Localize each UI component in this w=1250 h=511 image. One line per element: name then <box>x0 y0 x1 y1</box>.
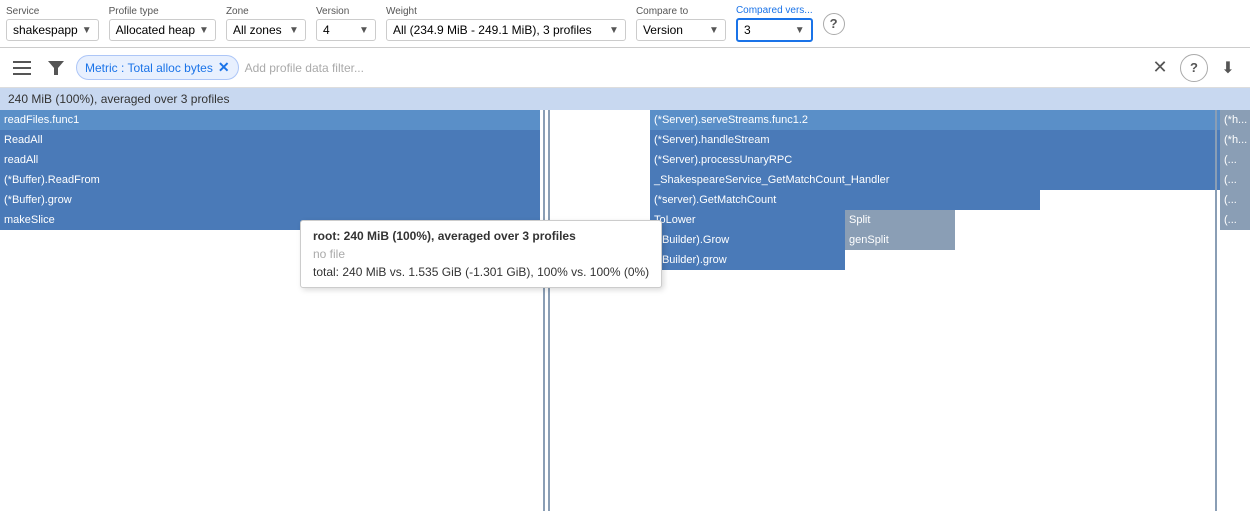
flame-block-far-right[interactable]: (... <box>1220 170 1250 190</box>
weight-arrow-icon: ▼ <box>609 25 619 36</box>
summary-text: 240 MiB (100%), averaged over 3 profiles <box>8 92 229 106</box>
zone-label: Zone <box>226 6 306 17</box>
flame-block[interactable]: genSplit <box>845 230 955 250</box>
compared-version-select[interactable]: 3 ▼ <box>736 18 813 42</box>
zone-arrow-icon: ▼ <box>289 25 299 36</box>
flame-canvas: root: 240 MiB (100%), averaged over 3 pr… <box>0 110 1250 511</box>
profile-type-label: Profile type <box>109 6 216 17</box>
flame-block[interactable]: _ShakespeareService_GetMatchCount_Handle… <box>650 170 1220 190</box>
filter-bar: Metric : Total alloc bytes ✕ Add profile… <box>0 48 1250 88</box>
tooltip-title: root: 240 MiB (100%), averaged over 3 pr… <box>313 229 649 243</box>
service-select[interactable]: shakespapp ▼ <box>6 19 99 41</box>
tooltip-file: no file <box>313 247 649 261</box>
service-dropdown-group: Service shakespapp ▼ <box>6 6 99 41</box>
weight-value: All (234.9 MiB - 249.1 MiB), 3 profiles <box>393 23 592 37</box>
compared-version-value: 3 <box>744 23 751 37</box>
zone-dropdown-group: Zone All zones ▼ <box>226 6 306 41</box>
flame-block[interactable]: (*Builder).grow <box>650 250 845 270</box>
help-button[interactable]: ? <box>1180 54 1208 82</box>
filter-bar-right: ✕ ? ⬇ <box>1146 54 1242 82</box>
right-vertical-divider-line <box>1215 110 1217 511</box>
zone-select[interactable]: All zones ▼ <box>226 19 306 41</box>
top-toolbar: Service shakespapp ▼ Profile type Alloca… <box>0 0 1250 48</box>
flame-block[interactable]: (*Buffer).ReadFrom <box>0 170 540 190</box>
close-button[interactable]: ✕ <box>1146 54 1174 82</box>
help-icon[interactable]: ? <box>823 13 845 35</box>
service-value: shakespapp <box>13 23 78 37</box>
weight-select[interactable]: All (234.9 MiB - 249.1 MiB), 3 profiles … <box>386 19 626 41</box>
version-select[interactable]: 4 ▼ <box>316 19 376 41</box>
zone-value: All zones <box>233 23 282 37</box>
flame-block[interactable]: (*Server).processUnaryRPC <box>650 150 1220 170</box>
flame-block-far-right[interactable]: (... <box>1220 190 1250 210</box>
flame-block[interactable]: ToLower <box>650 210 845 230</box>
metric-chip[interactable]: Metric : Total alloc bytes ✕ <box>76 55 239 80</box>
version-dropdown-group: Version 4 ▼ <box>316 6 376 41</box>
flame-block-far-right[interactable]: (... <box>1220 150 1250 170</box>
flame-block[interactable]: Split <box>845 210 955 230</box>
menu-icon[interactable] <box>8 54 36 82</box>
version-arrow-icon: ▼ <box>359 25 369 36</box>
service-label: Service <box>6 6 99 17</box>
profile-type-select[interactable]: Allocated heap ▼ <box>109 19 216 41</box>
weight-dropdown-group: Weight All (234.9 MiB - 249.1 MiB), 3 pr… <box>386 6 626 41</box>
tooltip: root: 240 MiB (100%), averaged over 3 pr… <box>300 220 662 288</box>
version-value: 4 <box>323 23 330 37</box>
compare-to-arrow-icon: ▼ <box>709 25 719 36</box>
filter-icon[interactable] <box>42 54 70 82</box>
tooltip-total: total: 240 MiB vs. 1.535 GiB (-1.301 GiB… <box>313 265 649 279</box>
flame-block[interactable]: (*Builder).Grow <box>650 230 845 250</box>
vertical-divider-line <box>543 110 545 511</box>
compare-to-value: Version <box>643 23 683 37</box>
compare-to-select[interactable]: Version ▼ <box>636 19 726 41</box>
flame-area: 240 MiB (100%), averaged over 3 profiles… <box>0 88 1250 511</box>
add-filter-placeholder[interactable]: Add profile data filter... <box>245 61 364 75</box>
flame-block[interactable]: (*Buffer).grow <box>0 190 540 210</box>
flame-block[interactable]: readAll <box>0 150 540 170</box>
profile-type-arrow-icon: ▼ <box>199 25 209 36</box>
compared-version-arrow-icon: ▼ <box>795 25 805 36</box>
vertical-divider-line <box>548 110 550 511</box>
flame-block[interactable]: (*server).GetMatchCount <box>650 190 1040 210</box>
flame-block[interactable]: ReadAll <box>0 130 540 150</box>
version-label: Version <box>316 6 376 17</box>
flame-block[interactable]: readFiles.func1 <box>0 110 540 130</box>
metric-chip-close-icon[interactable]: ✕ <box>218 59 230 76</box>
weight-label: Weight <box>386 6 626 17</box>
profile-type-value: Allocated heap <box>116 23 195 37</box>
flame-block-far-right[interactable]: (... <box>1220 210 1250 230</box>
compare-to-label: Compare to <box>636 6 726 17</box>
summary-bar: 240 MiB (100%), averaged over 3 profiles <box>0 88 1250 110</box>
compared-version-dropdown-group: Compared vers... 3 ▼ <box>736 5 813 42</box>
compare-to-dropdown-group: Compare to Version ▼ <box>636 6 726 41</box>
flame-block-far-right[interactable]: (*h... <box>1220 110 1250 130</box>
service-arrow-icon: ▼ <box>82 25 92 36</box>
metric-chip-label: Metric : Total alloc bytes <box>85 61 213 75</box>
profile-type-dropdown-group: Profile type Allocated heap ▼ <box>109 6 216 41</box>
flame-block-far-right[interactable]: (*h... <box>1220 130 1250 150</box>
flame-block[interactable]: (*Server).handleStream <box>650 130 1220 150</box>
flame-block[interactable]: (*Server).serveStreams.func1.2 <box>650 110 1220 130</box>
download-icon[interactable]: ⬇ <box>1214 54 1242 82</box>
compared-version-label: Compared vers... <box>736 5 813 16</box>
